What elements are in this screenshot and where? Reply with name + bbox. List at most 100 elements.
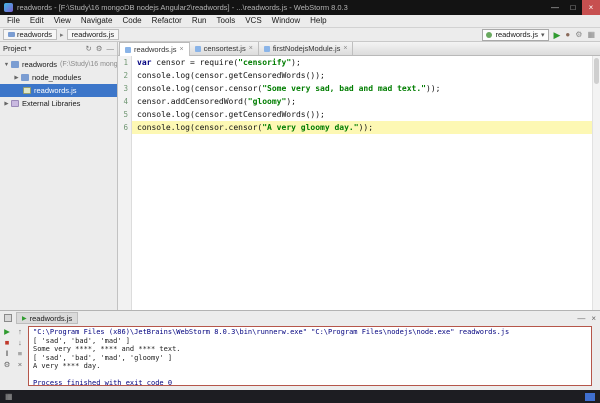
run-console-output[interactable]: "C:\Program Files (x86)\JetBrains\WebSto… bbox=[28, 326, 592, 386]
code-text[interactable]: console.log(censor.getCensoredWords()); bbox=[132, 108, 600, 121]
menu-item-refactor[interactable]: Refactor bbox=[147, 15, 187, 27]
minimize-button[interactable]: — bbox=[546, 0, 564, 15]
hide-panel-icon[interactable]: — bbox=[107, 44, 115, 53]
js-file-icon bbox=[264, 46, 270, 52]
toolwindow-switcher-icon[interactable]: ▦ bbox=[5, 392, 13, 401]
rerun-button[interactable]: ▶ bbox=[4, 327, 10, 336]
tree-node-project-root[interactable]: ▼ readwords (F:\Study\16 mongoDB n bbox=[0, 58, 117, 71]
tree-node-external-libraries[interactable]: ▶ External Libraries bbox=[0, 97, 117, 110]
close-panel-icon[interactable]: × bbox=[591, 314, 596, 323]
js-file-icon bbox=[125, 47, 131, 53]
tree-node-label: readwords bbox=[22, 60, 57, 69]
tree-node-node-modules[interactable]: ▶ node_modules bbox=[0, 71, 117, 84]
breadcrumb-item-project[interactable]: readwords bbox=[3, 29, 57, 40]
background-task-indicator[interactable] bbox=[585, 393, 595, 401]
line-number[interactable]: 4 bbox=[118, 95, 132, 108]
status-bar: ▦ bbox=[0, 390, 600, 403]
run-tab[interactable]: ▶ readwords.js bbox=[16, 312, 78, 324]
minimize-panel-icon[interactable]: — bbox=[577, 314, 585, 323]
run-config-select[interactable]: readwords.js ▾ bbox=[482, 29, 548, 41]
down-stack-trace-button[interactable]: ↓ bbox=[18, 338, 22, 347]
breadcrumb-item-file[interactable]: readwords.js bbox=[67, 29, 120, 40]
line-number[interactable]: 6 bbox=[118, 121, 132, 134]
line-number[interactable]: 1 bbox=[118, 56, 132, 69]
chevron-right-icon: ▸ bbox=[60, 31, 64, 39]
panel-layout-icon[interactable]: ▦ bbox=[587, 29, 595, 41]
line-number[interactable]: 3 bbox=[118, 82, 132, 95]
project-panel: Project ▾ ↻ ⚙ — ▼ readwords (F:\Study\16… bbox=[0, 42, 118, 310]
console-toolbar-column: ▶ ■ ‖ ⚙ bbox=[1, 327, 13, 388]
console-settings-button[interactable]: ⚙ bbox=[4, 360, 11, 369]
debug-button[interactable]: ● bbox=[565, 29, 570, 41]
editor-tab-censortest-js[interactable]: censortest.js × bbox=[190, 42, 259, 55]
project-tree: ▼ readwords (F:\Study\16 mongoDB n ▶ nod… bbox=[0, 56, 117, 110]
settings-button[interactable]: ⚙ bbox=[575, 29, 582, 41]
scrollbar-thumb[interactable] bbox=[594, 58, 599, 84]
run-config-name: readwords.js bbox=[495, 30, 538, 39]
refresh-icon[interactable]: ↻ bbox=[85, 44, 91, 53]
line-number[interactable]: 2 bbox=[118, 69, 132, 82]
code-editor[interactable]: 1 var censor = require("censorify"); 2 c… bbox=[118, 56, 600, 310]
code-text[interactable]: var censor = require("censorify"); bbox=[132, 56, 600, 69]
code-line[interactable]: 3 console.log(censor.censor("Some very s… bbox=[118, 82, 600, 95]
chevron-expanded-icon[interactable]: ▼ bbox=[3, 62, 10, 68]
up-stack-trace-button[interactable]: ↑ bbox=[18, 327, 22, 336]
close-icon[interactable]: × bbox=[180, 46, 184, 53]
stop-button[interactable]: ■ bbox=[5, 338, 10, 347]
tree-node-readwords-js[interactable]: readwords.js bbox=[0, 84, 117, 97]
code-token: ); bbox=[286, 97, 296, 106]
maximize-button[interactable]: □ bbox=[564, 0, 582, 15]
console-command-line: "C:\Program Files (x86)\JetBrains\WebSto… bbox=[33, 328, 587, 337]
js-file-icon bbox=[23, 87, 31, 94]
close-button[interactable]: × bbox=[582, 0, 600, 15]
menu-item-run[interactable]: Run bbox=[187, 15, 212, 27]
editor-tab-firstnodejsmodule-js[interactable]: firstNodejsModule.js × bbox=[259, 42, 354, 55]
code-empty-area[interactable] bbox=[118, 134, 600, 310]
project-panel-toolbar: ↻ ⚙ — bbox=[85, 44, 114, 53]
menu-item-view[interactable]: View bbox=[49, 15, 76, 27]
close-icon[interactable]: × bbox=[343, 45, 347, 52]
line-number[interactable]: 5 bbox=[118, 108, 132, 121]
code-text[interactable]: console.log(censor.censor("Some very sad… bbox=[132, 82, 600, 95]
close-icon[interactable]: × bbox=[249, 45, 253, 52]
gear-icon[interactable]: ⚙ bbox=[96, 44, 103, 53]
editor-tab-bar: readwords.js × censortest.js × firstNode… bbox=[118, 42, 600, 56]
code-line[interactable]: 4 censor.addCensoredWord("gloomy"); bbox=[118, 95, 600, 108]
code-text[interactable]: console.log(censor.getCensoredWords()); bbox=[132, 69, 600, 82]
vertical-scrollbar[interactable] bbox=[592, 56, 600, 310]
code-text bbox=[132, 134, 600, 310]
menu-item-file[interactable]: File bbox=[2, 15, 25, 27]
menu-item-edit[interactable]: Edit bbox=[25, 15, 49, 27]
string-token: "gloomy" bbox=[248, 97, 287, 106]
menu-item-navigate[interactable]: Navigate bbox=[76, 15, 118, 27]
menu-item-help[interactable]: Help bbox=[305, 15, 331, 27]
editor-tab-readwords-js[interactable]: readwords.js × bbox=[119, 42, 190, 56]
chevron-collapsed-icon[interactable]: ▶ bbox=[13, 75, 20, 81]
string-token: "Some very sad, bad and mad text." bbox=[262, 84, 426, 93]
menu-item-code[interactable]: Code bbox=[117, 15, 146, 27]
menu-item-window[interactable]: Window bbox=[267, 15, 305, 27]
chevron-collapsed-icon[interactable]: ▶ bbox=[3, 101, 10, 107]
tree-node-path: (F:\Study\16 mongoDB n bbox=[60, 61, 117, 68]
folder-icon bbox=[21, 74, 29, 81]
console-line: Some very ****, **** and **** text. bbox=[33, 345, 587, 354]
clear-console-button[interactable]: × bbox=[18, 360, 22, 369]
pause-output-button[interactable]: ‖ bbox=[5, 349, 8, 358]
code-line-current[interactable]: 6 console.log(censor.censor("A very gloo… bbox=[118, 121, 600, 134]
menu-item-vcs[interactable]: VCS bbox=[240, 15, 266, 27]
code-text[interactable]: censor.addCensoredWord("gloomy"); bbox=[132, 95, 600, 108]
code-line[interactable]: 1 var censor = require("censorify"); bbox=[118, 56, 600, 69]
chevron-down-icon[interactable]: ▾ bbox=[28, 45, 31, 52]
console-line: [ 'sad', 'bad', 'mad' ] bbox=[33, 337, 587, 346]
project-panel-title: Project bbox=[3, 44, 26, 53]
run-button[interactable]: ▶ bbox=[554, 29, 561, 41]
code-token: )); bbox=[426, 84, 440, 93]
code-text[interactable]: console.log(censor.censor("A very gloomy… bbox=[132, 121, 600, 134]
console-toolbar: ▶ ■ ‖ ⚙ ↑ ↓ ≡ × bbox=[0, 325, 27, 390]
code-line[interactable]: 5 console.log(censor.getCensoredWords())… bbox=[118, 108, 600, 121]
menu-item-tools[interactable]: Tools bbox=[212, 15, 241, 27]
run-panel-header: ▶ readwords.js — × bbox=[0, 311, 600, 325]
library-icon bbox=[11, 100, 19, 107]
soft-wrap-button[interactable]: ≡ bbox=[18, 349, 22, 358]
code-line[interactable]: 2 console.log(censor.getCensoredWords())… bbox=[118, 69, 600, 82]
